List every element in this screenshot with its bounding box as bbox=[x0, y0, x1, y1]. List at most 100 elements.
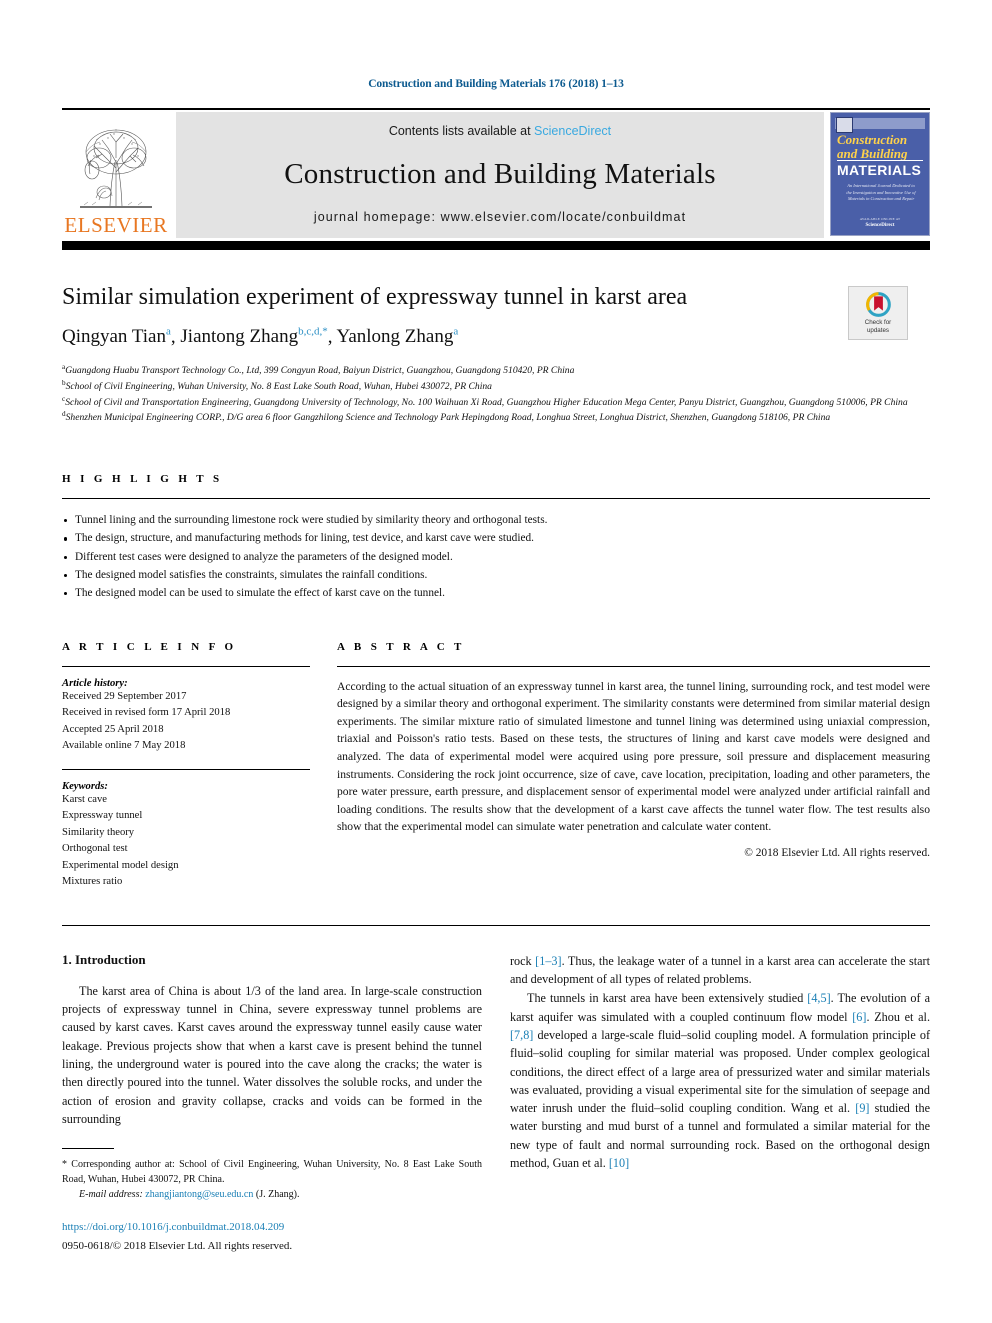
abstract-section: A B S T R A C T According to the actual … bbox=[337, 641, 930, 891]
citation-ref[interactable]: [6] bbox=[852, 1010, 866, 1024]
affiliation-item: cSchool of Civil and Transportation Engi… bbox=[62, 394, 930, 410]
abstract-text: According to the actual situation of an … bbox=[337, 679, 930, 834]
cover-title-line1: Construction bbox=[837, 132, 908, 147]
keyword-item: Mixtures ratio bbox=[62, 876, 123, 888]
body-column-right: rock [1–3]. Thus, the leakage water of a… bbox=[510, 952, 930, 1255]
article-history-item: Received in revised form 17 April 2018 bbox=[62, 707, 231, 719]
citation-ref[interactable]: [10] bbox=[609, 1156, 629, 1170]
crossmark-icon bbox=[865, 292, 891, 318]
cover-title-line2: and Building bbox=[837, 146, 908, 161]
body-columns: 1. Introduction The karst area of China … bbox=[62, 952, 930, 1255]
journal-cover-thumbnail: Construction and Building MATERIALS An I… bbox=[830, 112, 930, 236]
highlights-heading: H I G H L I G H T S bbox=[62, 473, 223, 486]
highlight-item: Tunnel lining and the surrounding limest… bbox=[62, 511, 930, 529]
citation-ref[interactable]: [7,8] bbox=[510, 1028, 533, 1042]
author-entry: Qingyan Tiana bbox=[62, 326, 171, 347]
elsevier-logo: ELSEVIER bbox=[62, 112, 170, 238]
elsevier-tree-icon bbox=[80, 129, 152, 208]
author-entry: Jiantong Zhangb,c,d,* bbox=[180, 326, 327, 347]
email-label: E-mail address: bbox=[79, 1189, 143, 1201]
journal-homepage-link[interactable]: journal homepage: www.elsevier.com/locat… bbox=[314, 210, 686, 224]
affiliation-item: bSchool of Civil Engineering, Wuhan Univ… bbox=[62, 378, 930, 394]
article-history-label: Article history: bbox=[62, 677, 128, 689]
footnote-block: * Corresponding author at: School of Civ… bbox=[62, 1148, 482, 1255]
email-link[interactable]: zhangjiantong@seu.edu.cn bbox=[145, 1189, 253, 1200]
abstract-copyright: © 2018 Elsevier Ltd. All rights reserved… bbox=[744, 847, 930, 860]
citation-ref[interactable]: [4,5] bbox=[807, 991, 830, 1005]
affiliation-item: dShenzhen Municipal Engineering CORP., D… bbox=[62, 409, 930, 425]
highlights-list: Tunnel lining and the surrounding limest… bbox=[62, 511, 930, 602]
author-sep: , bbox=[327, 325, 337, 347]
journal-title: Construction and Building Materials bbox=[284, 157, 716, 190]
corresponding-author-text: Corresponding author at: School of Civil… bbox=[62, 1159, 482, 1186]
author-name: Qingyan Tian bbox=[62, 325, 166, 347]
body-top-divider bbox=[62, 924, 930, 926]
article-history-item: Available online 7 May 2018 bbox=[62, 740, 186, 752]
article-info-heading: A R T I C L E I N F O bbox=[62, 640, 237, 653]
paper-page: Construction and Building Materials 176 … bbox=[0, 0, 992, 1323]
highlights-divider bbox=[62, 498, 930, 500]
body-paragraph: rock [1–3]. Thus, the leakage water of a… bbox=[510, 952, 930, 989]
masthead-center-panel: Contents lists available at ScienceDirec… bbox=[176, 112, 824, 238]
doi-link[interactable]: https://doi.org/10.1016/j.conbuildmat.20… bbox=[62, 1220, 482, 1236]
para-text: The tunnels in karst area have been exte… bbox=[527, 991, 808, 1006]
affiliation-text: Guangdong Huabu Transport Technology Co.… bbox=[65, 365, 575, 377]
crossmark-badge[interactable]: Check for updates bbox=[848, 286, 908, 340]
crossmark-label: Check for updates bbox=[865, 319, 891, 335]
article-history-block: Article history: Received 29 September 2… bbox=[62, 678, 310, 755]
body-paragraph: The tunnels in karst area have been exte… bbox=[510, 989, 930, 1172]
article-info-divider bbox=[62, 665, 310, 667]
corresponding-author-note: * Corresponding author at: School of Civ… bbox=[62, 1157, 482, 1187]
author-affil-marker[interactable]: b,c,d,* bbox=[298, 326, 328, 338]
info-abstract-row: A R T I C L E I N F O Article history: R… bbox=[62, 641, 930, 891]
cover-footer-line2: ScienceDirect bbox=[865, 223, 895, 228]
body-column-left: 1. Introduction The karst area of China … bbox=[62, 952, 482, 1255]
keyword-item: Orthogonal test bbox=[62, 843, 128, 855]
author-name: Jiantong Zhang bbox=[180, 325, 299, 347]
email-suffix: (J. Zhang). bbox=[253, 1189, 300, 1201]
author-name: Yanlong Zhang bbox=[336, 325, 454, 347]
article-info-section: A R T I C L E I N F O Article history: R… bbox=[62, 641, 310, 891]
highlights-section: H I G H L I G H T S Tunnel lining and th… bbox=[62, 473, 930, 602]
affiliation-text: School of Civil Engineering, Wuhan Unive… bbox=[65, 380, 492, 392]
author-sep: , bbox=[170, 325, 181, 347]
keyword-item: Experimental model design bbox=[62, 859, 179, 871]
citation-ref[interactable]: [9] bbox=[855, 1101, 869, 1115]
title-block: Similar simulation experiment of express… bbox=[62, 284, 930, 425]
crossmark-line2: updates bbox=[866, 327, 889, 334]
cover-publisher-badge-icon bbox=[836, 117, 853, 133]
keyword-item: Expressway tunnel bbox=[62, 810, 143, 822]
article-history-item: Accepted 25 April 2018 bbox=[62, 723, 164, 735]
journal-masthead: ELSEVIER Contents lists available at Sci… bbox=[62, 108, 930, 238]
keywords-block: Keywords: Karst cave Expressway tunnel S… bbox=[62, 768, 310, 891]
cover-title-line3: MATERIALS bbox=[837, 162, 922, 178]
section-heading-introduction: 1. Introduction bbox=[62, 951, 146, 967]
elsevier-wordmark: ELSEVIER bbox=[64, 213, 168, 237]
abstract-heading: A B S T R A C T bbox=[337, 640, 465, 653]
highlight-item: The design, structure, and manufacturing… bbox=[62, 529, 930, 547]
citation-ref[interactable]: [1–3] bbox=[535, 954, 561, 968]
para-text: rock bbox=[510, 953, 536, 968]
contents-available-line: Contents lists available at ScienceDirec… bbox=[389, 124, 611, 138]
cover-footer-line1: AVAILABLE ONLINE AT bbox=[859, 217, 901, 221]
para-text: . Thus, the leakage water of a tunnel in… bbox=[510, 953, 930, 987]
keyword-item: Similarity theory bbox=[62, 826, 135, 838]
highlight-item: The designed model can be used to simula… bbox=[62, 584, 930, 602]
masthead-black-bar bbox=[62, 241, 930, 250]
affiliation-text: Shenzhen Municipal Engineering CORP., D/… bbox=[65, 412, 831, 424]
sciencedirect-link[interactable]: ScienceDirect bbox=[534, 124, 611, 138]
highlight-item: Different test cases were designed to an… bbox=[62, 548, 930, 566]
affiliation-text: School of Civil and Transportation Engin… bbox=[65, 396, 908, 408]
page-title: Similar simulation experiment of express… bbox=[62, 284, 688, 310]
cover-footer: AVAILABLE ONLINE AT ScienceDirect bbox=[849, 217, 911, 228]
keyword-item: Karst cave bbox=[62, 793, 107, 805]
cover-divider bbox=[837, 160, 923, 161]
issn-copyright: 0950-0618/© 2018 Elsevier Ltd. All right… bbox=[62, 1240, 293, 1253]
author-list: Qingyan Tiana, Jiantong Zhangb,c,d,*, Ya… bbox=[62, 326, 930, 348]
affiliation-item: aGuangdong Huabu Transport Technology Co… bbox=[62, 362, 930, 378]
author-affil-marker[interactable]: a bbox=[453, 326, 458, 338]
email-note: E-mail address: zhangjiantong@seu.edu.cn… bbox=[62, 1187, 482, 1202]
keywords-label: Keywords: bbox=[62, 780, 108, 792]
article-history-item: Received 29 September 2017 bbox=[62, 690, 187, 702]
affiliation-list: aGuangdong Huabu Transport Technology Co… bbox=[62, 362, 930, 425]
